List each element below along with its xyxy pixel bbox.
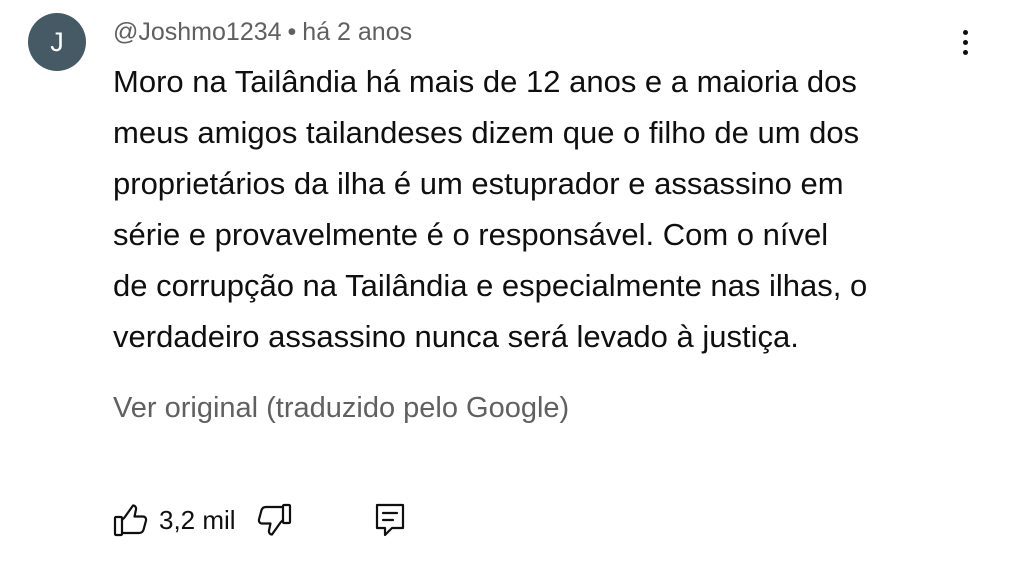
comment: J @Joshmo1234 • há 2 anos Moro na Tailândi… <box>0 0 1023 588</box>
comment-text-line: meus amigos tailandeses dizem que o filh… <box>113 115 860 150</box>
avatar-letter: J <box>50 26 64 57</box>
comment-header: @Joshmo1234 • há 2 anos <box>113 16 412 48</box>
thumb-up-icon <box>113 503 149 537</box>
comment-text-line: proprietários da ilha é um estuprador e … <box>113 166 844 201</box>
comment-text-line: Moro na Tailândia há mais de 12 anos e a… <box>113 64 857 99</box>
see-original-link[interactable]: Ver original (traduzido pelo Google) <box>113 388 569 428</box>
menu-dot <box>962 39 968 45</box>
like-count: 3,2 mil <box>159 504 236 535</box>
reply-comment-icon <box>374 502 406 538</box>
reply-button[interactable] <box>374 502 406 538</box>
comment-text: Moro na Tailândia há mais de 12 anos e a… <box>113 56 983 362</box>
header-separator: • <box>287 18 297 46</box>
author-handle[interactable]: @Joshmo1234 <box>113 18 282 46</box>
comment-text-line: série e provavelmente é o responsável. C… <box>113 217 829 252</box>
menu-dot <box>962 49 968 55</box>
menu-dot <box>962 29 968 35</box>
like-button[interactable]: 3,2 mil <box>113 503 256 537</box>
comment-actions: 3,2 mil <box>113 500 406 540</box>
avatar[interactable]: J <box>28 13 86 71</box>
thumb-down-icon <box>256 503 292 537</box>
dislike-button[interactable] <box>256 503 292 537</box>
comment-text-line: de corrupção na Tailândia e especialment… <box>113 268 868 303</box>
comment-time[interactable]: há 2 anos <box>302 18 412 46</box>
comment-text-line: verdadeiro assassino nunca será levado à… <box>113 319 799 354</box>
